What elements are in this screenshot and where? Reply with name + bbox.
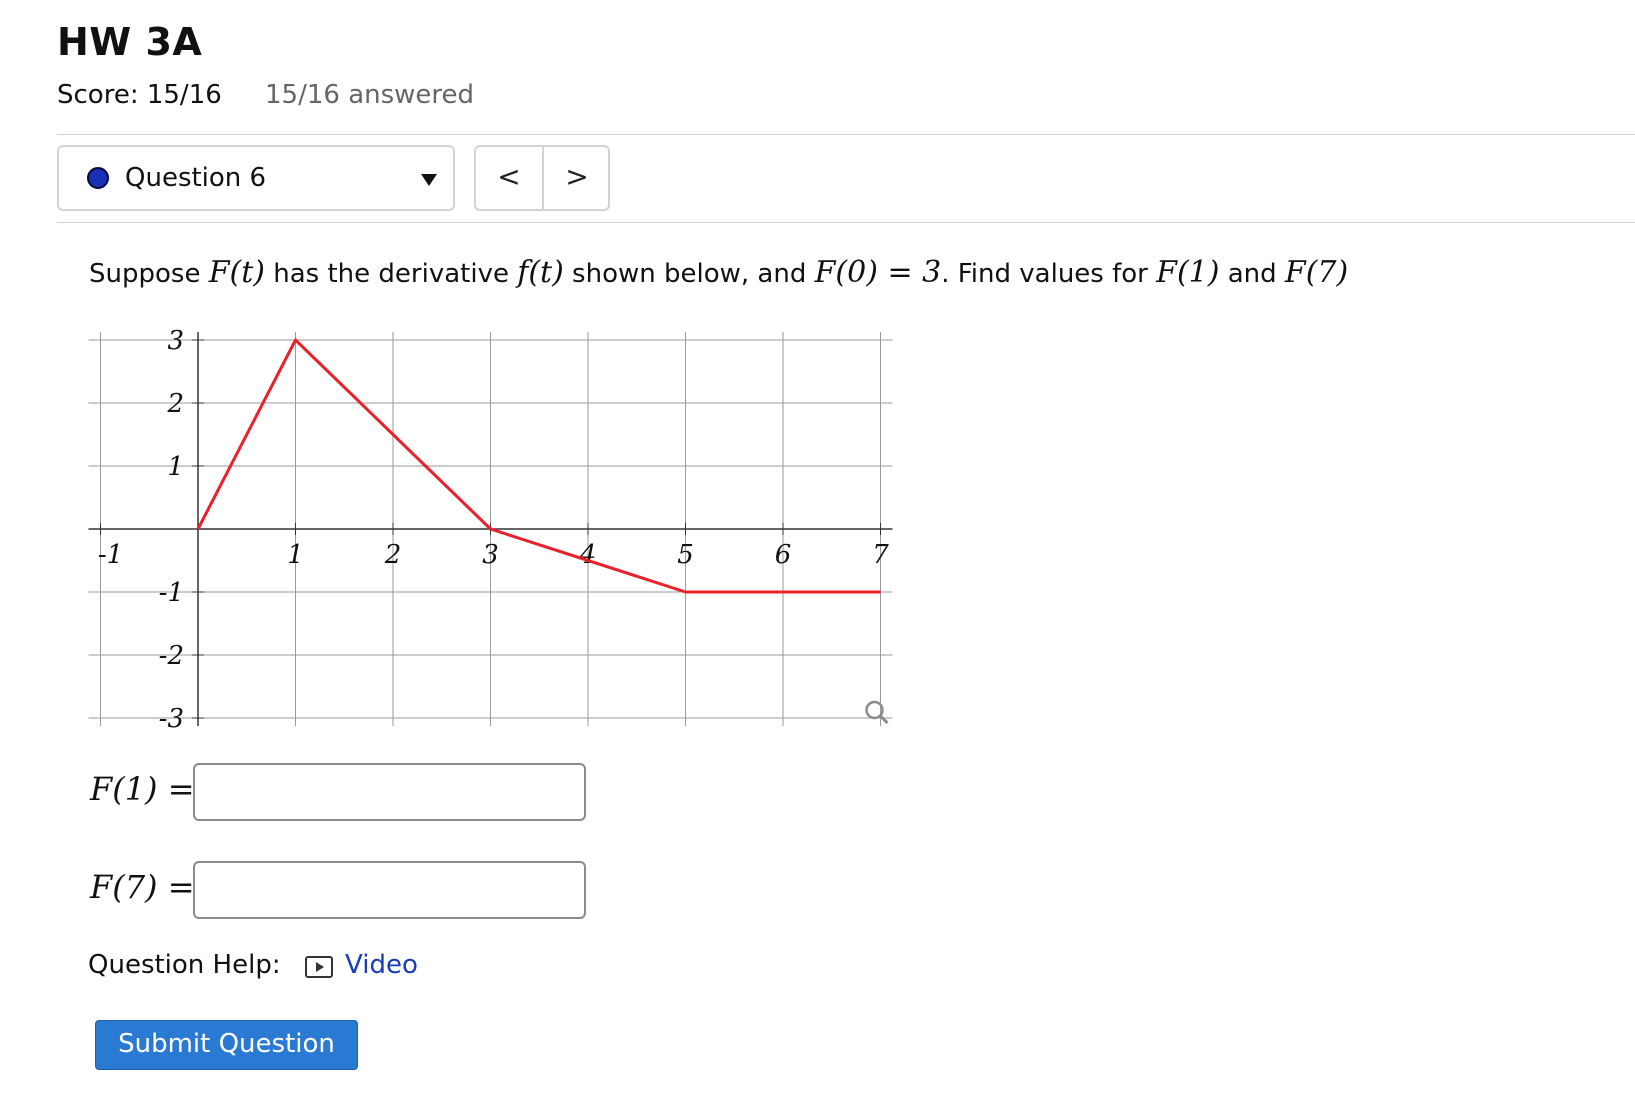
answer-label: F(7) = — [90, 868, 195, 906]
magnifier-zoom-icon[interactable] — [865, 700, 889, 725]
prompt-text: . Find values for — [941, 259, 1157, 289]
x-tick-label: 7 — [872, 540, 889, 570]
x-tick-label: -1 — [98, 540, 123, 570]
submit-question-button[interactable]: Submit Question — [95, 1020, 358, 1070]
f1-answer-input[interactable] — [193, 763, 586, 821]
question-select-label: Question 6 — [125, 163, 267, 193]
prompt-text: Suppose — [89, 259, 209, 289]
math-expression: F(0) = 3 — [814, 255, 942, 290]
prompt-text: shown below, and — [563, 259, 815, 289]
divider — [57, 222, 1635, 223]
answer-row-f1: F(1) = — [90, 770, 195, 808]
y-tick-label: -2 — [159, 641, 184, 671]
caret-down-icon — [421, 174, 437, 186]
y-tick-label: -1 — [159, 578, 184, 608]
prompt-text: has the derivative — [265, 259, 518, 289]
question-select[interactable]: Question 6 — [57, 145, 455, 211]
prev-question-button[interactable]: < — [476, 147, 542, 209]
answer-row-f7: F(7) = — [90, 868, 195, 906]
x-tick-label: 2 — [384, 540, 402, 570]
status-dot-icon — [87, 167, 109, 189]
math-expression: F(7) — [1284, 255, 1349, 290]
question-help-label: Question Help: — [88, 950, 281, 980]
y-tick-label: -3 — [159, 704, 184, 732]
video-link[interactable]: Video — [345, 950, 418, 980]
divider — [57, 134, 1635, 135]
prompt-text: and — [1219, 259, 1285, 289]
next-question-button[interactable]: > — [544, 147, 610, 209]
assignment-title: HW 3A — [57, 20, 203, 64]
question-nav: < > — [474, 145, 610, 211]
y-tick-label: 3 — [167, 326, 184, 356]
x-tick-label: 4 — [579, 540, 597, 570]
x-tick-label: 1 — [287, 540, 304, 570]
question-prompt: Suppose F(t) has the derivative f(t) sho… — [89, 255, 1348, 290]
y-tick-label: 2 — [166, 389, 184, 419]
y-tick-label: 1 — [167, 452, 184, 482]
score-text: Score: 15/16 — [57, 80, 222, 110]
video-play-icon[interactable] — [305, 956, 333, 978]
math-expression: f(t) — [517, 255, 564, 290]
derivative-graph[interactable]: -1 1 2 3 4 5 6 7 3 2 1 -1 -2 -3 — [85, 322, 895, 732]
answer-label: F(1) = — [90, 770, 195, 808]
f7-answer-input[interactable] — [193, 861, 586, 919]
math-expression: F(1) — [1156, 255, 1220, 290]
answered-count: 15/16 answered — [265, 80, 475, 110]
x-tick-label: 5 — [677, 540, 694, 570]
x-tick-label: 6 — [775, 540, 792, 570]
x-tick-label: 3 — [482, 540, 499, 570]
math-expression: F(t) — [208, 255, 265, 290]
